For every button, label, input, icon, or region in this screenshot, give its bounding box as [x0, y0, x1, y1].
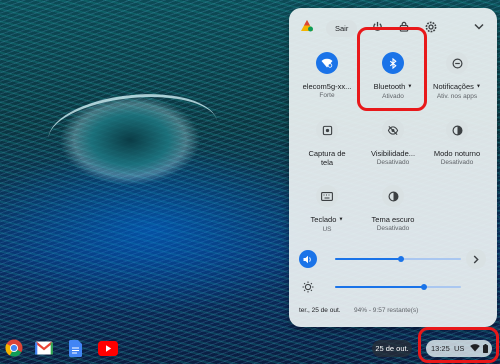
night-mode-label: Modo noturno: [433, 149, 481, 158]
bluetooth-highlight-box: [357, 27, 427, 111]
volume-row: [289, 249, 497, 269]
notifications-label: Notificações ▼: [433, 82, 481, 91]
keyboard-tile[interactable]: Teclado ▼ US: [295, 185, 359, 234]
wifi-label: elecom5g-xx...: [302, 82, 352, 91]
dark-theme-label: Tema escuro: [371, 215, 415, 224]
visibility-tile[interactable]: Visibilidade... Desativado: [361, 119, 425, 167]
notifications-tile[interactable]: Notificações ▼ Ativ. nos apps: [425, 52, 489, 101]
keyboard-label: Teclado ▼: [310, 215, 344, 224]
chrome-icon: [5, 339, 23, 357]
dropdown-caret-icon: ▼: [338, 216, 344, 223]
brightness-icon: [301, 280, 315, 294]
screen-capture-tile[interactable]: Captura de tela: [295, 119, 359, 167]
visibility-label: Visibilidade...: [370, 149, 416, 158]
wifi-tile[interactable]: elecom5g-xx... Forte: [295, 52, 359, 100]
wifi-icon: [321, 58, 333, 68]
do-not-disturb-icon: [452, 58, 462, 68]
signout-button[interactable]: Sair: [326, 20, 358, 37]
keyboard-button[interactable]: [316, 185, 338, 207]
audio-settings-button[interactable]: [466, 249, 486, 269]
brightness-slider[interactable]: [335, 284, 461, 290]
wifi-status: Forte: [319, 92, 335, 99]
volume-icon: [303, 255, 311, 263]
shelf-date[interactable]: 25 de out.: [372, 340, 412, 357]
wifi-toggle[interactable]: [316, 52, 338, 74]
status-area-highlight-box: [418, 327, 499, 363]
notifications-toggle[interactable]: [446, 52, 468, 74]
night-mode-status: Desativado: [440, 159, 474, 166]
youtube-icon: [98, 340, 118, 356]
panel-footer: ter., 25 de out. 94% - 9:57 restante(s): [299, 307, 489, 314]
footer-battery-status: 94% - 9:57 restante(s): [354, 307, 419, 314]
docs-icon: [68, 339, 82, 357]
brightness-slider-fill: [335, 286, 424, 288]
screen-capture-label: Captura de: [308, 149, 346, 158]
gmail-app[interactable]: [33, 337, 55, 359]
night-mode-toggle[interactable]: [446, 119, 468, 141]
night-mode-tile[interactable]: Modo noturno Desativado: [425, 119, 489, 167]
gmail-icon: [35, 341, 53, 355]
youtube-app[interactable]: [97, 337, 119, 359]
keyboard-layout: US: [322, 225, 332, 233]
docs-app[interactable]: [64, 337, 86, 359]
night-mode-icon: [452, 125, 462, 135]
chevron-right-icon: [473, 255, 479, 263]
chevron-down-icon: [473, 23, 484, 30]
brightness-slider-thumb[interactable]: [421, 284, 427, 290]
dark-theme-status: Desativado: [376, 225, 410, 232]
volume-slider-fill: [335, 258, 401, 260]
visibility-status: Desativado: [376, 159, 410, 166]
volume-slider[interactable]: [335, 256, 461, 262]
visibility-toggle[interactable]: [382, 119, 404, 141]
dark-theme-toggle[interactable]: [382, 185, 404, 207]
chrome-app[interactable]: [3, 337, 25, 359]
dark-theme-tile[interactable]: Tema escuro Desativado: [361, 185, 425, 233]
dropdown-caret-icon: ▼: [476, 83, 481, 90]
screen-capture-label-line2: tela: [320, 158, 334, 167]
screen-capture-button[interactable]: [316, 119, 338, 141]
gear-icon: [425, 21, 436, 32]
footer-date: ter., 25 de out.: [299, 307, 341, 314]
volume-slider-thumb[interactable]: [398, 256, 404, 262]
brightness-row: [289, 277, 497, 297]
notifications-status: Ativ. nos apps: [436, 92, 478, 100]
screen-capture-icon: [322, 125, 332, 135]
keyboard-icon: [321, 191, 333, 201]
dark-theme-icon: [388, 191, 398, 201]
collapse-button[interactable]: [471, 19, 486, 34]
visibility-off-icon: [387, 125, 399, 135]
profile-avatar-icon[interactable]: [300, 19, 314, 33]
mute-button[interactable]: [299, 250, 317, 268]
water-drop-highlight: [44, 86, 222, 177]
